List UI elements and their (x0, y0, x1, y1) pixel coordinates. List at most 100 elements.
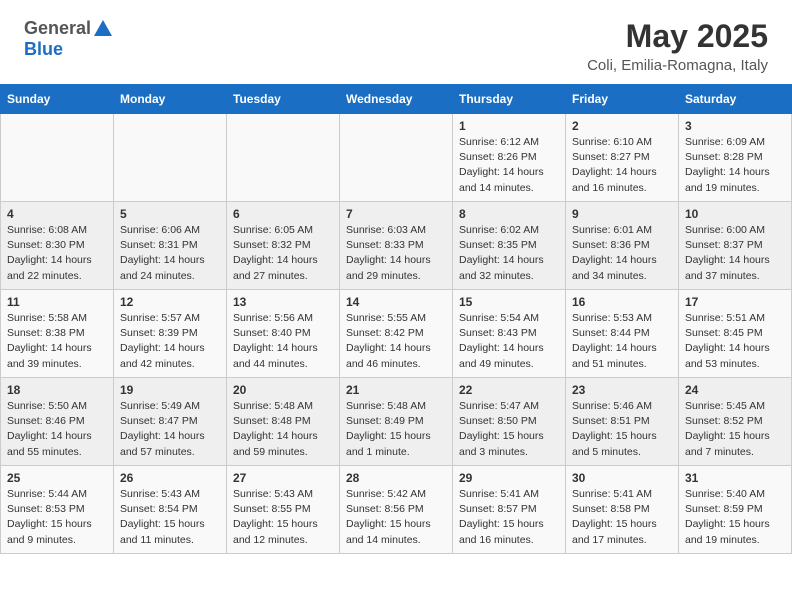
day-info: Sunrise: 5:49 AMSunset: 8:47 PMDaylight:… (120, 399, 220, 460)
day-number: 14 (346, 295, 446, 309)
day-info: Sunrise: 6:10 AMSunset: 8:27 PMDaylight:… (572, 135, 672, 196)
day-info: Sunrise: 5:48 AMSunset: 8:48 PMDaylight:… (233, 399, 333, 460)
calendar-cell: 14 Sunrise: 5:55 AMSunset: 8:42 PMDayligh… (340, 290, 453, 378)
day-number: 16 (572, 295, 672, 309)
day-number: 9 (572, 207, 672, 221)
day-number: 12 (120, 295, 220, 309)
day-number: 7 (346, 207, 446, 221)
day-number: 6 (233, 207, 333, 221)
calendar-cell: 25 Sunrise: 5:44 AMSunset: 8:53 PMDayligh… (1, 466, 114, 554)
calendar-cell: 30Sunrise: 5:41 AMSunset: 8:58 PMDayligh… (566, 466, 679, 554)
weekday-header-sunday: Sunday (1, 85, 114, 114)
calendar-cell: 11 Sunrise: 5:58 AMSunset: 8:38 PMDayligh… (1, 290, 114, 378)
day-info: Sunrise: 6:01 AMSunset: 8:36 PMDaylight:… (572, 223, 672, 284)
calendar-cell: 22 Sunrise: 5:47 AMSunset: 8:50 PMDayligh… (453, 378, 566, 466)
day-info: Sunrise: 6:05 AMSunset: 8:32 PMDaylight:… (233, 223, 333, 284)
calendar-cell: 26Sunrise: 5:43 AMSunset: 8:54 PMDayligh… (114, 466, 227, 554)
day-info: Sunrise: 5:56 AMSunset: 8:40 PMDaylight:… (233, 311, 333, 372)
calendar-cell: 19 Sunrise: 5:49 AMSunset: 8:47 PMDayligh… (114, 378, 227, 466)
day-info: Sunrise: 6:00 AMSunset: 8:37 PMDaylight:… (685, 223, 785, 284)
weekday-header-tuesday: Tuesday (227, 85, 340, 114)
calendar-cell (340, 114, 453, 202)
day-info: Sunrise: 5:45 AMSunset: 8:52 PMDaylight:… (685, 399, 785, 460)
day-info: Sunrise: 5:47 AMSunset: 8:50 PMDaylight:… (459, 399, 559, 460)
day-number: 4 (7, 207, 107, 221)
day-info: Sunrise: 5:41 AMSunset: 8:58 PMDaylight:… (572, 487, 672, 548)
calendar-cell (1, 114, 114, 202)
calendar-cell: 9 Sunrise: 6:01 AMSunset: 8:36 PMDaylight… (566, 202, 679, 290)
calendar-cell: 17 Sunrise: 5:51 AMSunset: 8:45 PMDayligh… (679, 290, 792, 378)
day-number: 17 (685, 295, 785, 309)
day-info: Sunrise: 5:53 AMSunset: 8:44 PMDaylight:… (572, 311, 672, 372)
calendar-cell (114, 114, 227, 202)
calendar-cell: 1Sunrise: 6:12 AMSunset: 8:26 PMDaylight… (453, 114, 566, 202)
logo: General Blue (24, 18, 115, 60)
weekday-header-monday: Monday (114, 85, 227, 114)
calendar-week-row: 1Sunrise: 6:12 AMSunset: 8:26 PMDaylight… (1, 114, 792, 202)
calendar-cell: 18Sunrise: 5:50 AMSunset: 8:46 PMDayligh… (1, 378, 114, 466)
weekday-header-wednesday: Wednesday (340, 85, 453, 114)
calendar-cell: 8 Sunrise: 6:02 AMSunset: 8:35 PMDaylight… (453, 202, 566, 290)
weekday-header-thursday: Thursday (453, 85, 566, 114)
calendar-week-row: 4 Sunrise: 6:08 AMSunset: 8:30 PMDaylight… (1, 202, 792, 290)
calendar-cell: 21Sunrise: 5:48 AMSunset: 8:49 PMDayligh… (340, 378, 453, 466)
day-number: 27 (233, 471, 333, 485)
day-number: 22 (459, 383, 559, 397)
day-info: Sunrise: 5:41 AMSunset: 8:57 PMDaylight:… (459, 487, 559, 548)
day-number: 23 (572, 383, 672, 397)
calendar-cell: 16 Sunrise: 5:53 AMSunset: 8:44 PMDayligh… (566, 290, 679, 378)
calendar-cell: 13 Sunrise: 5:56 AMSunset: 8:40 PMDayligh… (227, 290, 340, 378)
calendar-cell: 15Sunrise: 5:54 AMSunset: 8:43 PMDayligh… (453, 290, 566, 378)
day-info: Sunrise: 5:51 AMSunset: 8:45 PMDaylight:… (685, 311, 785, 372)
day-info: Sunrise: 5:46 AMSunset: 8:51 PMDaylight:… (572, 399, 672, 460)
day-info: Sunrise: 6:06 AMSunset: 8:31 PMDaylight:… (120, 223, 220, 284)
calendar-cell: 5 Sunrise: 6:06 AMSunset: 8:31 PMDaylight… (114, 202, 227, 290)
day-number: 29 (459, 471, 559, 485)
day-number: 2 (572, 119, 672, 133)
day-info: Sunrise: 6:08 AMSunset: 8:30 PMDaylight:… (7, 223, 107, 284)
calendar-cell: 4 Sunrise: 6:08 AMSunset: 8:30 PMDaylight… (1, 202, 114, 290)
day-number: 24 (685, 383, 785, 397)
calendar-title: May 2025 (587, 18, 768, 55)
calendar-cell: 20 Sunrise: 5:48 AMSunset: 8:48 PMDayligh… (227, 378, 340, 466)
calendar-table: SundayMondayTuesdayWednesdayThursdayFrid… (0, 84, 792, 554)
day-info: Sunrise: 5:43 AMSunset: 8:55 PMDaylight:… (233, 487, 333, 548)
day-number: 3 (685, 119, 785, 133)
day-info: Sunrise: 5:50 AMSunset: 8:46 PMDaylight:… (7, 399, 107, 460)
calendar-subtitle: Coli, Emilia-Romagna, Italy (587, 57, 768, 74)
day-number: 13 (233, 295, 333, 309)
day-number: 19 (120, 383, 220, 397)
calendar-cell: 29 Sunrise: 5:41 AMSunset: 8:57 PMDayligh… (453, 466, 566, 554)
logo-icon (92, 18, 114, 40)
calendar-cell: 10Sunrise: 6:00 AMSunset: 8:37 PMDayligh… (679, 202, 792, 290)
weekday-header-row: SundayMondayTuesdayWednesdayThursdayFrid… (1, 85, 792, 114)
day-number: 11 (7, 295, 107, 309)
calendar-cell: 23 Sunrise: 5:46 AMSunset: 8:51 PMDayligh… (566, 378, 679, 466)
day-number: 26 (120, 471, 220, 485)
calendar-cell: 27 Sunrise: 5:43 AMSunset: 8:55 PMDayligh… (227, 466, 340, 554)
day-info: Sunrise: 6:02 AMSunset: 8:35 PMDaylight:… (459, 223, 559, 284)
day-info: Sunrise: 5:55 AMSunset: 8:42 PMDaylight:… (346, 311, 446, 372)
calendar-cell: 7Sunrise: 6:03 AMSunset: 8:33 PMDaylight… (340, 202, 453, 290)
day-info: Sunrise: 5:54 AMSunset: 8:43 PMDaylight:… (459, 311, 559, 372)
day-info: Sunrise: 5:58 AMSunset: 8:38 PMDaylight:… (7, 311, 107, 372)
day-number: 5 (120, 207, 220, 221)
day-number: 20 (233, 383, 333, 397)
page-header: General Blue May 2025 Coli, Emilia-Romag… (0, 0, 792, 84)
calendar-cell: 3Sunrise: 6:09 AMSunset: 8:28 PMDaylight… (679, 114, 792, 202)
day-info: Sunrise: 6:12 AMSunset: 8:26 PMDaylight:… (459, 135, 559, 196)
day-number: 8 (459, 207, 559, 221)
calendar-week-row: 25 Sunrise: 5:44 AMSunset: 8:53 PMDayligh… (1, 466, 792, 554)
day-number: 31 (685, 471, 785, 485)
calendar-cell: 12Sunrise: 5:57 AMSunset: 8:39 PMDayligh… (114, 290, 227, 378)
calendar-cell: 6 Sunrise: 6:05 AMSunset: 8:32 PMDaylight… (227, 202, 340, 290)
calendar-cell: 31Sunrise: 5:40 AMSunset: 8:59 PMDayligh… (679, 466, 792, 554)
day-info: Sunrise: 5:44 AMSunset: 8:53 PMDaylight:… (7, 487, 107, 548)
calendar-cell: 28 Sunrise: 5:42 AMSunset: 8:56 PMDayligh… (340, 466, 453, 554)
day-number: 25 (7, 471, 107, 485)
title-block: May 2025 Coli, Emilia-Romagna, Italy (587, 18, 768, 74)
day-number: 28 (346, 471, 446, 485)
calendar-cell: 2 Sunrise: 6:10 AMSunset: 8:27 PMDaylight… (566, 114, 679, 202)
day-info: Sunrise: 5:42 AMSunset: 8:56 PMDaylight:… (346, 487, 446, 548)
weekday-header-saturday: Saturday (679, 85, 792, 114)
